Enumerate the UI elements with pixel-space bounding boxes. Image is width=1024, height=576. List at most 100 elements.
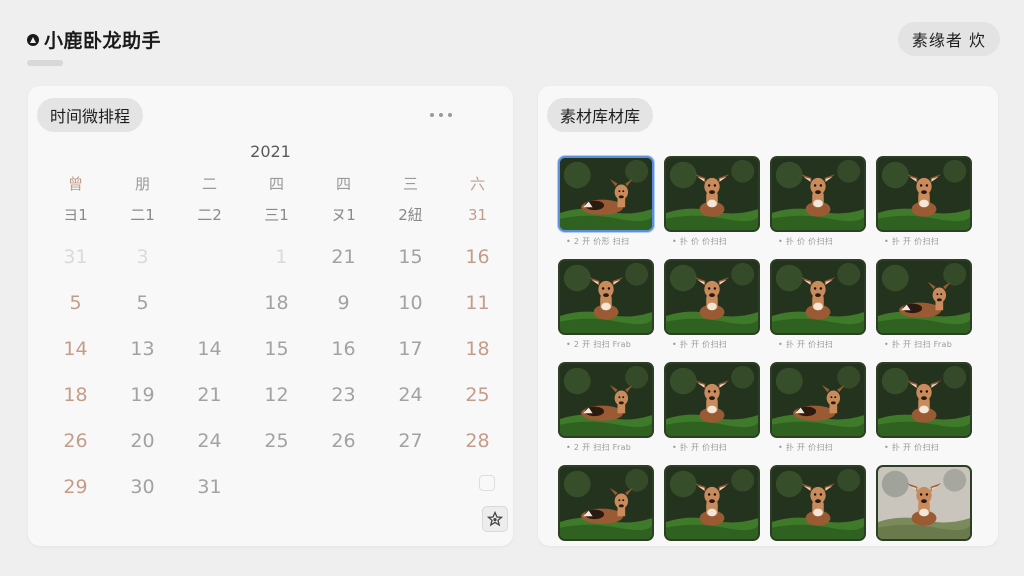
calendar-day — [176, 234, 243, 280]
asset-item[interactable]: • 扑 开 价扫扫 — [664, 362, 760, 465]
asset-caption: • 2 开 扫扫 Frab — [566, 340, 632, 349]
calendar-grid: 曾朋二四四三六ヨ1 二1 二2 三1 ヌ1 2紐 31 31 3 1 21 15 16 5 5 18 9 10 1… — [42, 170, 510, 510]
calendar-day[interactable]: 13 — [109, 326, 176, 372]
calendar-day[interactable]: 17 — [377, 326, 444, 372]
calendar-day[interactable]: 18 — [243, 280, 310, 326]
calendar-day[interactable]: 25 — [444, 372, 511, 418]
weekday-header: 二 — [201, 175, 217, 193]
calendar-day[interactable]: 14 — [42, 326, 109, 372]
calendar-day[interactable]: 14 — [176, 326, 243, 372]
calendar-day[interactable]: 21 — [176, 372, 243, 418]
asset-thumbnail[interactable] — [876, 259, 972, 335]
asset-thumbnail[interactable] — [558, 156, 654, 232]
calendar-day[interactable]: 5 — [42, 280, 109, 326]
asset-item[interactable]: • 扑 开 价扫扫 — [770, 259, 866, 362]
calendar-day[interactable]: 26 — [310, 418, 377, 464]
asset-item[interactable]: • 扑 开 价扫扫 — [664, 259, 760, 362]
asset-caption: • 扑 开 价扫扫 — [884, 237, 940, 246]
calendar-day — [310, 464, 377, 510]
asset-item[interactable]: • 扑 价 价扫扫 — [664, 156, 760, 259]
asset-item[interactable]: • 2 开 扫扫 Frab — [558, 362, 654, 465]
star-badge-icon[interactable] — [482, 506, 508, 532]
weekday-header: 六 — [469, 175, 485, 193]
asset-caption: • 2 开 价形 扫扫 — [566, 237, 630, 246]
asset-thumbnail[interactable] — [876, 362, 972, 438]
calendar-day[interactable]: 19 — [109, 372, 176, 418]
calendar-day[interactable]: 31 — [176, 464, 243, 510]
asset-thumbnail[interactable] — [664, 259, 760, 335]
asset-panel-title[interactable]: 素材库材库 — [547, 98, 654, 132]
calendar-day[interactable]: 29 — [42, 464, 109, 510]
calendar-day[interactable]: 10 — [377, 280, 444, 326]
weekday-header: 四 — [268, 175, 284, 193]
calendar-day[interactable]: 21 — [310, 234, 377, 280]
calendar-day[interactable]: 15 — [377, 234, 444, 280]
asset-thumbnail[interactable] — [664, 465, 760, 541]
calendar-checkbox[interactable] — [479, 475, 495, 491]
user-menu-button[interactable]: 素缘者 炊 — [897, 22, 1000, 56]
calendar-day[interactable]: 20 — [109, 418, 176, 464]
calendar-day[interactable]: 12 — [243, 372, 310, 418]
asset-item[interactable] — [770, 465, 866, 546]
calendar-day[interactable]: 16 — [444, 234, 511, 280]
asset-thumbnail[interactable] — [876, 156, 972, 232]
asset-caption: • 扑 开 价扫扫 — [884, 443, 940, 452]
calendar-day[interactable]: 24 — [176, 418, 243, 464]
calendar-day[interactable]: 30 — [109, 464, 176, 510]
calendar-day[interactable]: 5 — [109, 280, 176, 326]
asset-item[interactable]: • 2 开 扫扫 Frab — [558, 259, 654, 362]
asset-thumbnail[interactable] — [876, 465, 972, 541]
asset-item[interactable] — [876, 465, 972, 546]
calendar-subheader: 2紐 — [398, 206, 423, 224]
asset-item[interactable]: • 扑 开 价扫扫 — [876, 156, 972, 259]
asset-thumbnail[interactable] — [664, 362, 760, 438]
calendar-day[interactable]: 31 — [42, 234, 109, 280]
calendar-day — [444, 464, 511, 510]
calendar-day[interactable]: 16 — [310, 326, 377, 372]
calendar-subheader: 三1 — [264, 206, 289, 224]
asset-item[interactable] — [558, 465, 654, 546]
asset-caption: • 扑 开 价扫扫 — [778, 443, 834, 452]
asset-item[interactable]: • 扑 开 价扫扫 — [876, 362, 972, 465]
calendar-year: 2021 — [250, 142, 291, 161]
calendar-day[interactable]: 18 — [444, 326, 511, 372]
asset-thumbnail[interactable] — [558, 259, 654, 335]
calendar-day[interactable]: 15 — [243, 326, 310, 372]
weekday-header: 曾 — [67, 175, 83, 193]
asset-item[interactable]: • 扑 开 价扫扫 — [770, 362, 866, 465]
calendar-day[interactable]: 27 — [377, 418, 444, 464]
asset-thumbnail[interactable] — [770, 362, 866, 438]
asset-caption: • 2 开 扫扫 Frab — [566, 443, 632, 452]
calendar-day[interactable]: 18 — [42, 372, 109, 418]
asset-thumbnail[interactable] — [770, 156, 866, 232]
calendar-day[interactable]: 26 — [42, 418, 109, 464]
asset-thumbnail[interactable] — [770, 465, 866, 541]
app-logo-icon — [27, 33, 39, 46]
asset-caption: • 扑 开 扫扫 Frab — [884, 340, 953, 349]
calendar-day[interactable]: 11 — [444, 280, 511, 326]
asset-item[interactable]: • 扑 开 扫扫 Frab — [876, 259, 972, 362]
calendar-day[interactable]: 25 — [243, 418, 310, 464]
asset-thumbnail[interactable] — [558, 465, 654, 541]
calendar-day[interactable]: 23 — [310, 372, 377, 418]
calendar-day[interactable]: 1 — [243, 234, 310, 280]
calendar-day — [377, 464, 444, 510]
more-horizontal-icon[interactable] — [430, 106, 452, 124]
asset-item[interactable] — [664, 465, 760, 546]
asset-thumbnail[interactable] — [664, 156, 760, 232]
calendar-day[interactable]: 9 — [310, 280, 377, 326]
brand: 小鹿卧龙助手 — [26, 26, 161, 53]
asset-thumbnail[interactable] — [558, 362, 654, 438]
app-title: 小鹿卧龙助手 — [44, 30, 162, 52]
asset-item[interactable]: • 2 开 价形 扫扫 — [558, 156, 654, 259]
calendar-day[interactable]: 24 — [377, 372, 444, 418]
weekday-header: 四 — [335, 175, 351, 193]
calendar-day[interactable]: 28 — [444, 418, 511, 464]
calendar-panel: 时间微排程 2021 曾朋二四四三六ヨ1 二1 二2 三1 ヌ1 2紐 31 31 3 1 21 1… — [28, 86, 513, 546]
asset-thumbnail[interactable] — [770, 259, 866, 335]
calendar-panel-title[interactable]: 时间微排程 — [37, 98, 144, 132]
calendar-subheader: ヨ1 — [63, 206, 88, 224]
asset-caption: • 扑 价 价扫扫 — [672, 237, 728, 246]
asset-item[interactable]: • 扑 价 价扫扫 — [770, 156, 866, 259]
calendar-day[interactable]: 3 — [109, 234, 176, 280]
